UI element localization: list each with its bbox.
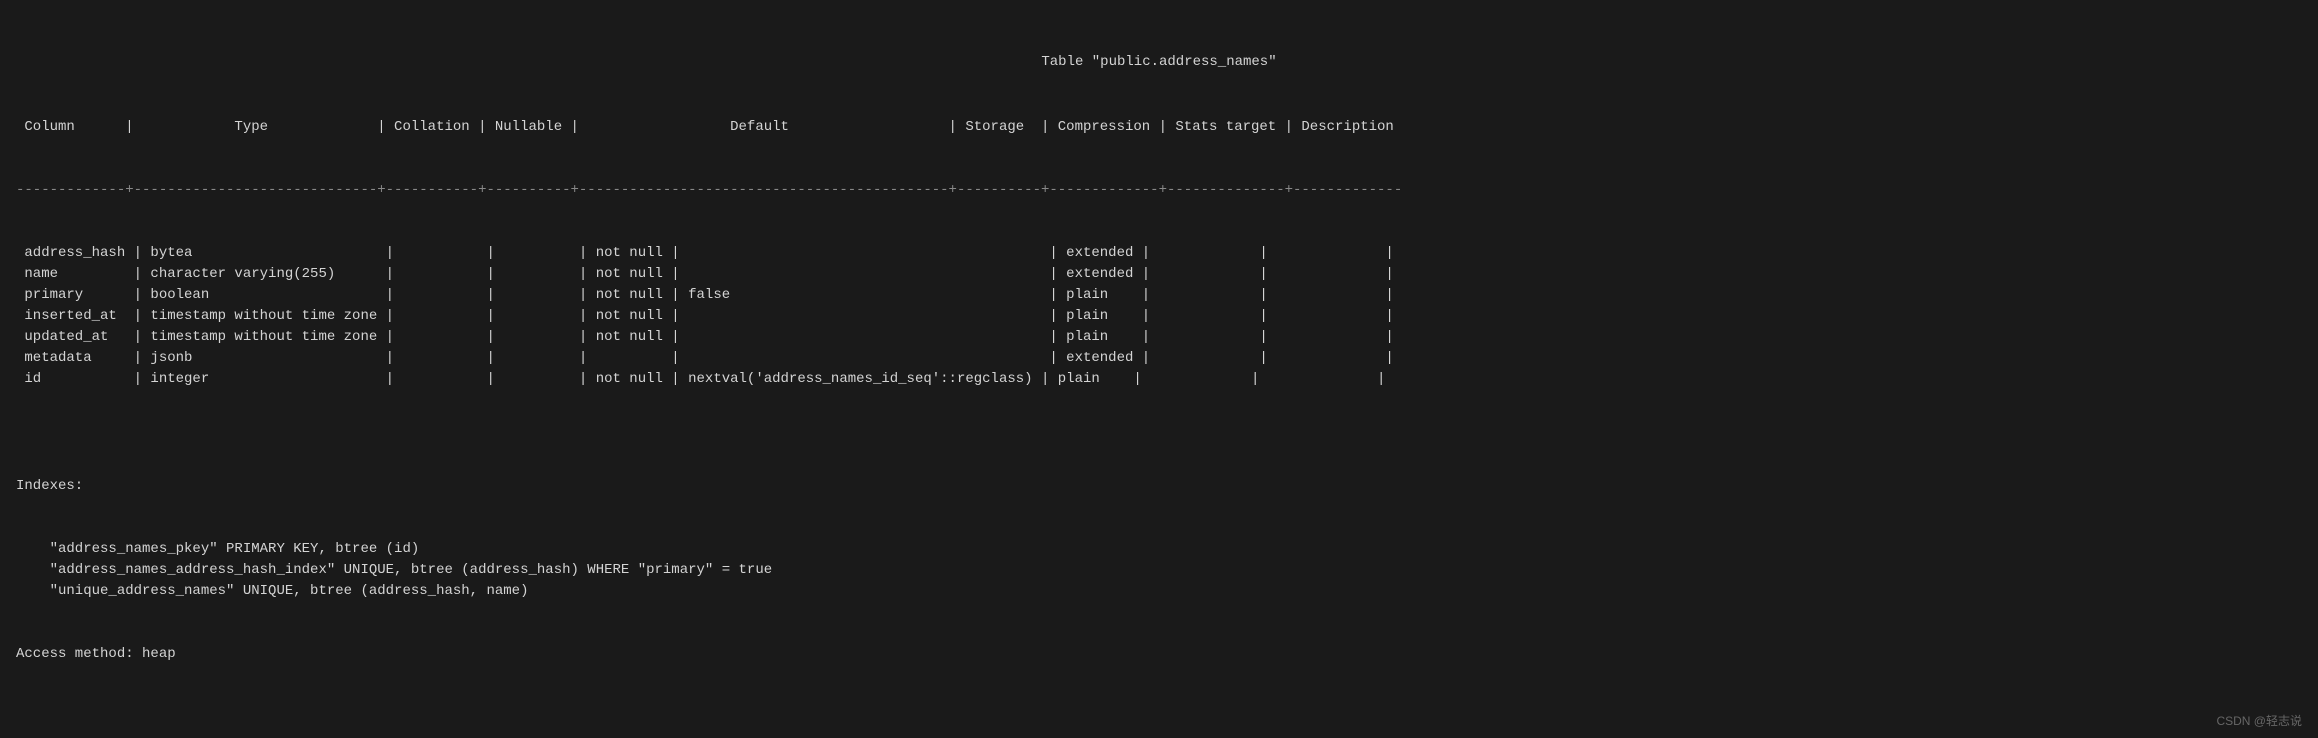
- index-item: "address_names_pkey" PRIMARY KEY, btree …: [16, 539, 2302, 560]
- terminal-output: Table "public.address_names" Column | Ty…: [16, 10, 2302, 728]
- separator: -------------+--------------------------…: [16, 180, 2302, 201]
- access-method: Access method: heap: [16, 644, 2302, 665]
- index-item: "unique_address_names" UNIQUE, btree (ad…: [16, 581, 2302, 602]
- indexes-label: Indexes:: [16, 476, 2302, 497]
- table-body: address_hash | bytea | | | not null | | …: [16, 243, 2302, 390]
- table-row: inserted_at | timestamp without time zon…: [16, 306, 2302, 327]
- table-title: Table "public.address_names": [16, 52, 2302, 73]
- table-row: primary | boolean | | | not null | false…: [16, 285, 2302, 306]
- table-row: id | integer | | | not null | nextval('a…: [16, 369, 2302, 390]
- indexes-list: "address_names_pkey" PRIMARY KEY, btree …: [16, 539, 2302, 602]
- table-row: address_hash | bytea | | | not null | | …: [16, 243, 2302, 264]
- table-row: name | character varying(255) | | | not …: [16, 264, 2302, 285]
- table-row: updated_at | timestamp without time zone…: [16, 327, 2302, 348]
- watermark: CSDN @轻志说: [2216, 712, 2302, 730]
- table-row: metadata | jsonb | | | | | extended | | …: [16, 348, 2302, 369]
- index-item: "address_names_address_hash_index" UNIQU…: [16, 560, 2302, 581]
- table-header: Column | Type | Collation | Nullable | D…: [16, 117, 2302, 138]
